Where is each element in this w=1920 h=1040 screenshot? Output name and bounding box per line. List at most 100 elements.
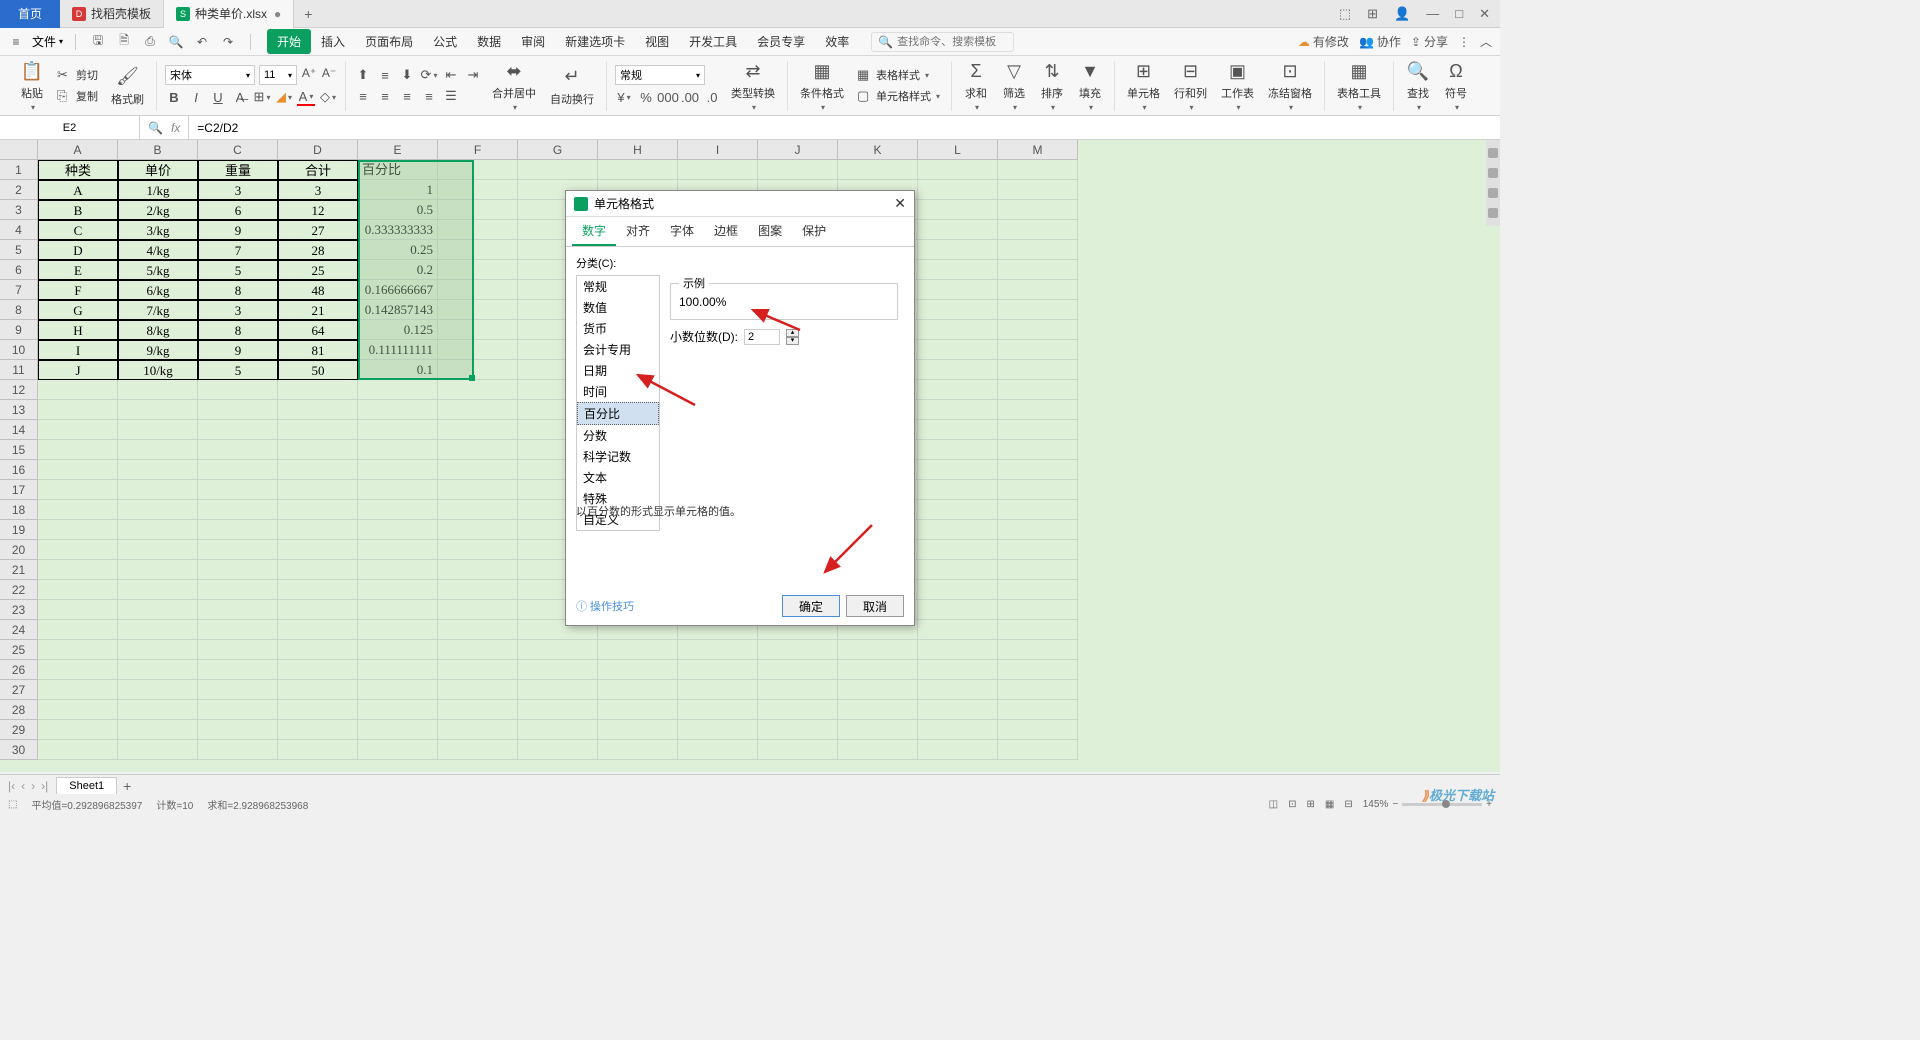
cell[interactable] xyxy=(758,740,838,760)
cell[interactable]: 7/kg xyxy=(118,300,198,320)
search-input[interactable] xyxy=(897,36,1007,48)
cell[interactable] xyxy=(118,520,198,540)
cell[interactable] xyxy=(998,260,1078,280)
cell[interactable]: 3 xyxy=(198,180,278,200)
align-top-icon[interactable]: ⬆ xyxy=(354,66,372,84)
cell[interactable]: 50 xyxy=(278,360,358,380)
cell[interactable]: 5 xyxy=(198,360,278,380)
name-box[interactable]: E2 xyxy=(0,116,140,139)
cell[interactable] xyxy=(598,720,678,740)
tab-dev[interactable]: 开发工具 xyxy=(679,29,747,54)
cell[interactable] xyxy=(198,600,278,620)
cell[interactable] xyxy=(998,700,1078,720)
freeze-button[interactable]: ⊡冻结窗格 xyxy=(1264,57,1316,114)
tab-home[interactable]: 首页 xyxy=(0,0,60,28)
cell[interactable] xyxy=(278,480,358,500)
inc-decimal-icon[interactable]: .00 xyxy=(681,88,699,106)
select-all-corner[interactable] xyxy=(0,140,38,160)
cell[interactable] xyxy=(998,600,1078,620)
cell[interactable] xyxy=(518,700,598,720)
cell-button[interactable]: ⊞单元格 xyxy=(1123,57,1164,114)
cell[interactable] xyxy=(438,580,518,600)
cell[interactable] xyxy=(278,380,358,400)
view-icon[interactable]: ⊞ xyxy=(1307,799,1315,810)
category-item[interactable]: 科学记数 xyxy=(577,446,659,467)
cell[interactable] xyxy=(118,700,198,720)
cell[interactable] xyxy=(358,700,438,720)
cell[interactable]: 0.5 xyxy=(358,200,438,220)
new-tab-button[interactable]: + xyxy=(294,6,322,22)
cell[interactable] xyxy=(358,460,438,480)
grow-font-icon[interactable]: A⁺ xyxy=(301,65,317,81)
cell[interactable] xyxy=(438,480,518,500)
cell[interactable] xyxy=(518,720,598,740)
cell[interactable] xyxy=(358,540,438,560)
cell[interactable] xyxy=(118,420,198,440)
cell[interactable] xyxy=(838,740,918,760)
row-header[interactable]: 2 xyxy=(0,180,38,200)
cell[interactable] xyxy=(838,720,918,740)
cell[interactable] xyxy=(278,640,358,660)
cell[interactable] xyxy=(758,720,838,740)
row-header[interactable]: 26 xyxy=(0,660,38,680)
tab-protect[interactable]: 保护 xyxy=(792,217,836,246)
cell[interactable]: 27 xyxy=(278,220,358,240)
cell[interactable] xyxy=(438,740,518,760)
cell[interactable] xyxy=(438,320,518,340)
cell[interactable] xyxy=(278,400,358,420)
cell[interactable] xyxy=(438,400,518,420)
cell[interactable] xyxy=(918,260,998,280)
cell[interactable] xyxy=(118,620,198,640)
tab-data[interactable]: 数据 xyxy=(467,29,511,54)
cell[interactable] xyxy=(118,580,198,600)
cell[interactable] xyxy=(518,680,598,700)
fill-button[interactable]: ▼填充 xyxy=(1074,57,1106,114)
cell[interactable] xyxy=(278,620,358,640)
cell[interactable] xyxy=(918,380,998,400)
indent-dec-icon[interactable]: ⇤ xyxy=(442,66,460,84)
cell[interactable] xyxy=(678,680,758,700)
prev-sheet-button[interactable]: ‹ xyxy=(19,779,27,793)
cell[interactable] xyxy=(998,460,1078,480)
cell[interactable] xyxy=(118,440,198,460)
cell[interactable] xyxy=(278,460,358,480)
cell[interactable] xyxy=(838,160,918,180)
cell[interactable] xyxy=(38,380,118,400)
coop[interactable]: 👥协作 xyxy=(1359,33,1401,50)
cell[interactable] xyxy=(438,560,518,580)
cell[interactable] xyxy=(438,440,518,460)
font-color-icon[interactable]: A xyxy=(297,88,315,106)
cell[interactable]: 2/kg xyxy=(118,200,198,220)
cell[interactable] xyxy=(358,480,438,500)
cell[interactable]: A xyxy=(38,180,118,200)
worksheet-button[interactable]: ▣工作表 xyxy=(1217,57,1258,114)
cell[interactable] xyxy=(198,700,278,720)
print-icon[interactable]: ⎙ xyxy=(142,34,158,50)
type-convert-button[interactable]: ⇄类型转换 xyxy=(727,57,779,114)
tab-font[interactable]: 字体 xyxy=(660,217,704,246)
cell[interactable] xyxy=(358,520,438,540)
cell[interactable] xyxy=(198,540,278,560)
tab-start[interactable]: 开始 xyxy=(267,29,311,54)
cell[interactable] xyxy=(38,440,118,460)
cell[interactable] xyxy=(598,160,678,180)
layout-icon[interactable]: ⬚ xyxy=(1335,4,1355,24)
row-header[interactable]: 9 xyxy=(0,320,38,340)
cell[interactable]: 种类 xyxy=(38,160,118,180)
cell[interactable]: 合计 xyxy=(278,160,358,180)
cell[interactable] xyxy=(358,380,438,400)
cell[interactable] xyxy=(998,740,1078,760)
border-icon[interactable]: ⊞ xyxy=(253,88,271,106)
cell[interactable] xyxy=(758,160,838,180)
italic-icon[interactable]: I xyxy=(187,88,205,106)
tab-border[interactable]: 边框 xyxy=(704,217,748,246)
cell[interactable]: 4/kg xyxy=(118,240,198,260)
align-right-icon[interactable]: ≡ xyxy=(398,87,416,105)
cell[interactable] xyxy=(38,520,118,540)
cell[interactable] xyxy=(198,680,278,700)
redo-icon[interactable]: ↷ xyxy=(220,34,236,50)
cell[interactable] xyxy=(358,580,438,600)
col-header[interactable]: F xyxy=(438,140,518,160)
cell[interactable]: 21 xyxy=(278,300,358,320)
cell[interactable]: 0.111111111 xyxy=(358,340,438,360)
